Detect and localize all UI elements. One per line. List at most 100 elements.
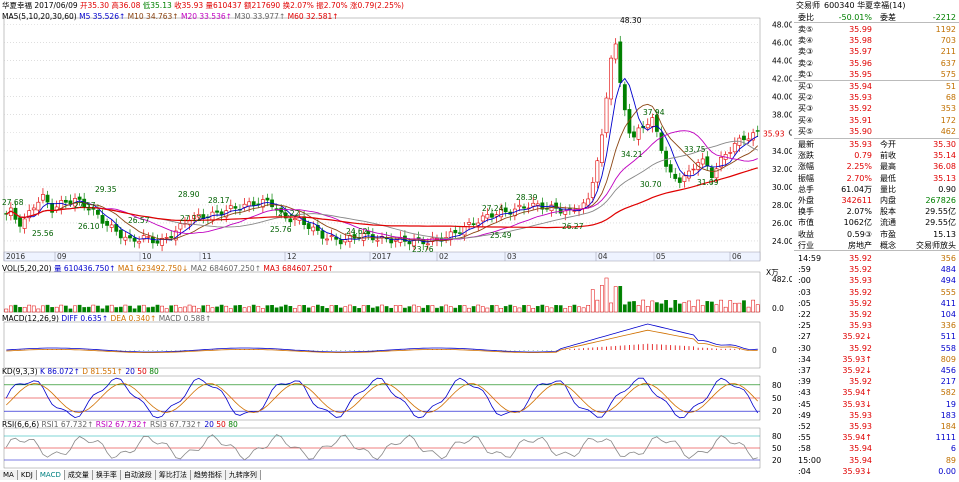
cell: 35.92 xyxy=(849,343,872,353)
cell: 575 xyxy=(940,69,956,79)
vol-bar xyxy=(435,307,439,313)
vol-bar xyxy=(490,305,494,313)
candle-body xyxy=(531,202,536,207)
vol-bar xyxy=(251,304,256,313)
candle-body xyxy=(677,177,682,183)
candle-body xyxy=(178,223,183,230)
indicator-tab-8[interactable]: 九转序列 xyxy=(225,470,261,480)
vol-axis-top: 482.0 xyxy=(772,275,792,284)
candle-body xyxy=(517,204,522,208)
kline-chart-svg[interactable]: 48.0046.0044.0042.0040.0038.0036.0034.00… xyxy=(0,0,794,480)
vol-bar xyxy=(329,305,334,313)
volume-value: 量610437 xyxy=(205,1,242,10)
cell: 卖② xyxy=(798,58,814,68)
candle-body xyxy=(600,134,604,163)
macd-legend: MACD(12,26,9) DIFF 0.635↑ DEA 0.340↑ MAC… xyxy=(2,314,211,323)
candle-body xyxy=(746,138,751,141)
candle-body xyxy=(604,97,609,134)
quote-row-8: 收益 0.59③ 市盈 15.13 xyxy=(794,229,959,240)
vol-bar xyxy=(682,302,687,313)
indicator-tab-4[interactable]: 换手率 xyxy=(92,470,121,480)
vol-bar xyxy=(105,305,109,313)
candle-body xyxy=(41,194,45,201)
vol-bar xyxy=(160,305,164,313)
vol-bar xyxy=(18,307,22,313)
quote-row-1: 涨跌 0.79 前收 35.14 xyxy=(794,150,959,161)
vol-bar xyxy=(380,304,384,313)
vol-bar xyxy=(274,307,279,313)
vol-bar xyxy=(613,286,618,313)
indicator-tab-0[interactable]: MA xyxy=(0,470,18,480)
cell: 35.94 xyxy=(849,455,872,465)
candle-body xyxy=(609,57,613,100)
vol-bar xyxy=(581,307,586,313)
indicator-tab-2[interactable]: MACD xyxy=(36,470,65,480)
rsi-3: RSI3 67.732↑ xyxy=(150,420,202,429)
cell: 35.93↑ xyxy=(842,354,872,364)
vol-bar xyxy=(462,305,467,313)
price-axis-label: 30.00 xyxy=(772,183,792,192)
cell: 14:59 xyxy=(798,254,822,263)
tick-row-3: :03 35.92 555 xyxy=(794,287,959,298)
cell: 35.92 xyxy=(849,377,872,387)
vol-bar xyxy=(151,306,155,313)
tick-row-18: 15:00 35.94 89 xyxy=(794,455,959,466)
cell: 35.92 xyxy=(849,287,872,297)
rsi-l2: 50 xyxy=(216,420,226,429)
cell: :22 xyxy=(798,310,811,319)
indicator-tab-1[interactable]: KDJ xyxy=(17,470,37,480)
candle-body xyxy=(485,214,490,219)
cell: 35.98 xyxy=(849,36,872,46)
candle-body xyxy=(146,236,151,238)
cell: 35.93↓ xyxy=(842,399,872,409)
candle-body xyxy=(22,218,27,229)
price-annotation: 29.35 xyxy=(95,185,117,194)
vol-bar xyxy=(393,305,398,313)
candle-body xyxy=(96,209,100,215)
buy-level-1: 买① 35.94 51 xyxy=(794,81,959,92)
price-pane-frame xyxy=(3,17,761,261)
vol-bar xyxy=(210,307,215,313)
candle-body xyxy=(109,224,114,228)
candle-body xyxy=(251,201,256,206)
vol-bar xyxy=(4,308,9,313)
cell: 市盈 xyxy=(880,229,896,239)
cell: 6 xyxy=(950,444,956,454)
price-annotation: 27.68 xyxy=(2,198,24,207)
ma-legend-label: MA5(5,10,20,30,60) xyxy=(2,12,77,21)
vol-bar xyxy=(696,299,700,313)
indicator-tab-3[interactable]: 成交量 xyxy=(64,470,93,480)
candle-body xyxy=(673,173,678,179)
vol-bar xyxy=(192,305,196,313)
kd-k: K 86.072↑ xyxy=(40,367,80,376)
vol-bar xyxy=(288,306,293,313)
sell-level-5: 卖⑤ 35.99 1192 xyxy=(794,24,959,35)
indicator-tab-6[interactable]: 筹比打法 xyxy=(155,470,191,480)
cell: 35.93 xyxy=(849,422,872,431)
cell: 36.08 xyxy=(933,162,956,172)
quote-row-3: 振幅 2.70% 最低 35.13 xyxy=(794,173,959,184)
candle-body xyxy=(503,207,508,213)
ma10-value: M10 34.763↑ xyxy=(127,12,179,21)
amount-value: 额217690 xyxy=(244,1,281,10)
tick-row-13: :45 35.93↓ 19 xyxy=(794,399,959,410)
vol-bar xyxy=(568,306,572,313)
indicator-tab-5[interactable]: 自动波段 xyxy=(120,470,156,480)
indicator-tab-bar[interactable]: MA KDJ MACD 成交量 换手率 自动波段 筹比打法 趋势指标 九转序列 xyxy=(0,470,261,480)
rsi-l3: 80 xyxy=(228,420,238,429)
candle-body xyxy=(590,182,595,198)
cell: 35.92 xyxy=(849,310,872,319)
cell: 35.95 xyxy=(849,69,872,79)
sell-level-2: 卖② 35.96 637 xyxy=(794,58,959,69)
candle-body xyxy=(457,232,462,234)
vol-bar xyxy=(141,304,146,313)
kline-chart-panel[interactable]: 48.0046.0044.0042.0040.0038.0036.0034.00… xyxy=(0,0,794,480)
quote-header: 华夏幸福 2017/06/09 开35.30 高36.08 低35.13 收35… xyxy=(2,1,404,10)
candle-body xyxy=(691,168,696,171)
cell: 484 xyxy=(940,265,956,275)
indicator-tab-7[interactable]: 趋势指标 xyxy=(190,470,226,480)
price-annotation: 31.09 xyxy=(697,178,719,187)
cell: 35.13 xyxy=(933,173,956,183)
cell: 217 xyxy=(940,377,956,387)
vol-bar xyxy=(467,307,471,313)
